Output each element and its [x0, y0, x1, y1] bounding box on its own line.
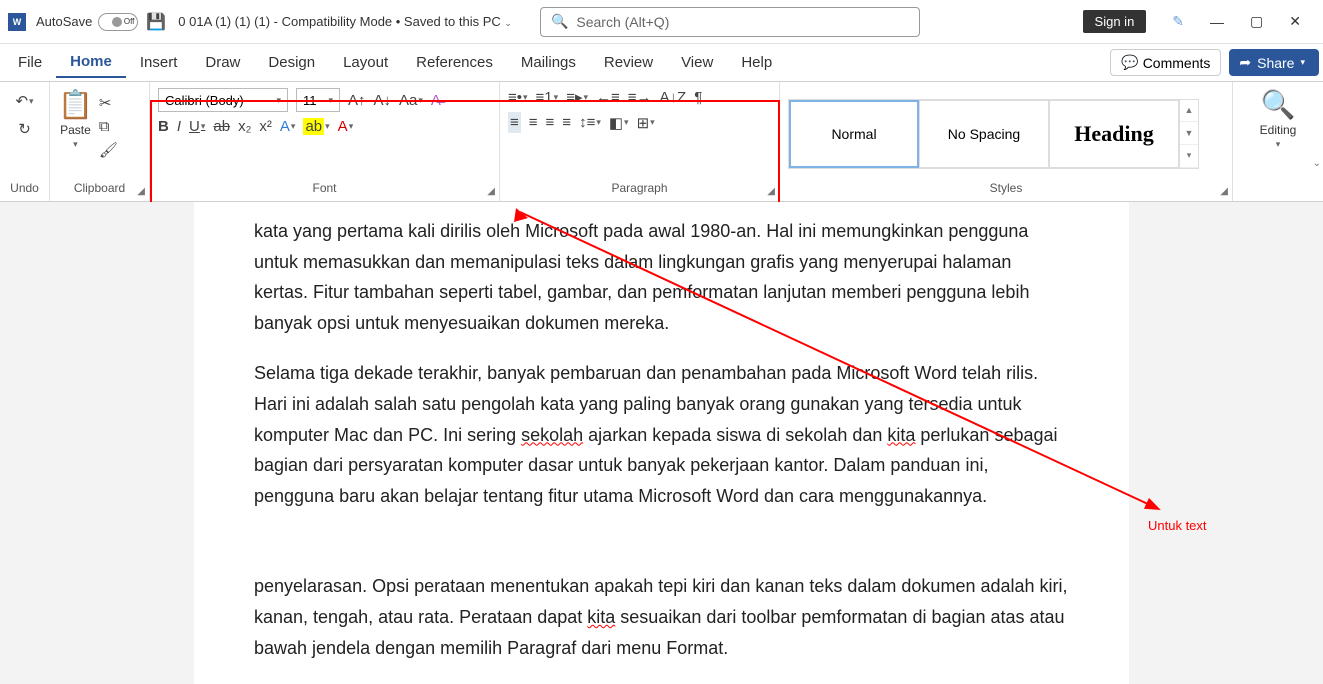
- subscript-button[interactable]: x₂: [238, 118, 251, 135]
- style-normal[interactable]: Normal: [789, 100, 919, 168]
- title-bar: W AutoSave Off 💾 0 01A (1) (1) (1) - Com…: [0, 0, 1323, 44]
- document-title[interactable]: 0 01A (1) (1) (1) - Compatibility Mode •…: [178, 14, 512, 29]
- paragraph-group-label: Paragraph: [508, 179, 771, 199]
- comments-button[interactable]: 💬 Comments: [1110, 49, 1221, 76]
- minimize-button[interactable]: —: [1210, 14, 1224, 30]
- tab-draw[interactable]: Draw: [191, 48, 254, 77]
- shading-icon[interactable]: ◧▾: [609, 114, 629, 132]
- styles-scroll-up-icon[interactable]: ▲: [1180, 100, 1198, 123]
- underline-button[interactable]: U▾: [189, 118, 205, 135]
- justify-icon[interactable]: ≡: [562, 114, 571, 131]
- search-input[interactable]: 🔍 Search (Alt+Q): [540, 7, 920, 37]
- font-color-icon[interactable]: A▾: [338, 118, 354, 135]
- numbering-icon[interactable]: ≡1▾: [536, 89, 559, 106]
- ribbon-collapse-icon[interactable]: ⌄: [1313, 158, 1321, 169]
- restore-button[interactable]: ▢: [1250, 13, 1263, 30]
- superscript-button[interactable]: x²: [259, 118, 272, 135]
- cut-button[interactable]: ✂: [99, 94, 118, 112]
- increase-indent-icon[interactable]: ≡→: [628, 89, 652, 106]
- align-right-icon[interactable]: ≡: [546, 114, 555, 131]
- align-left-icon[interactable]: ≡: [508, 112, 521, 133]
- clear-formatting-icon[interactable]: A̶: [431, 92, 441, 109]
- show-marks-icon[interactable]: ¶: [694, 89, 702, 106]
- bold-button[interactable]: B: [158, 118, 169, 135]
- change-case-icon[interactable]: Aa▾: [399, 92, 423, 109]
- autosave-label: AutoSave: [36, 14, 92, 29]
- style-heading[interactable]: Heading: [1049, 100, 1179, 168]
- share-button[interactable]: ➦ Share ▾: [1229, 49, 1319, 76]
- paragraph-1: kata yang pertama kali dirilis oleh Micr…: [254, 216, 1069, 338]
- paste-icon: 📋: [58, 88, 93, 121]
- redo-button[interactable]: ↻: [18, 120, 31, 138]
- paragraph-2: Selama tiga dekade terakhir, banyak pemb…: [254, 358, 1069, 511]
- format-painter-button[interactable]: 🖌: [99, 141, 118, 159]
- clipboard-group-label: Clipboard: [58, 179, 141, 199]
- tab-home[interactable]: Home: [56, 47, 126, 78]
- editing-button[interactable]: 🔍 Editing ▾: [1260, 88, 1297, 150]
- save-icon[interactable]: 💾: [146, 12, 166, 32]
- font-name-select[interactable]: Calibri (Body)▾: [158, 88, 288, 112]
- tab-help[interactable]: Help: [727, 48, 786, 77]
- tab-layout[interactable]: Layout: [329, 48, 402, 77]
- styles-scroll-down-icon[interactable]: ▼: [1180, 122, 1198, 145]
- line-spacing-icon[interactable]: ↕≡▾: [579, 114, 601, 131]
- multilevel-list-icon[interactable]: ≡▸▾: [566, 88, 588, 106]
- italic-button[interactable]: I: [177, 118, 181, 135]
- font-launcher-icon[interactable]: ◢: [487, 186, 495, 197]
- word-app-icon: W: [8, 13, 26, 31]
- find-icon: 🔍: [1261, 88, 1296, 121]
- style-no-spacing[interactable]: No Spacing: [919, 100, 1049, 168]
- tab-file[interactable]: File: [4, 48, 56, 77]
- strikethrough-button[interactable]: ab: [213, 118, 230, 135]
- font-group-label: Font: [158, 179, 491, 199]
- styles-group-label: Styles: [788, 179, 1224, 199]
- align-center-icon[interactable]: ≡: [529, 114, 538, 131]
- search-icon: 🔍: [551, 13, 568, 30]
- tab-insert[interactable]: Insert: [126, 48, 192, 77]
- increase-font-icon[interactable]: A↑: [348, 92, 366, 109]
- paragraph-launcher-icon[interactable]: ◢: [767, 186, 775, 197]
- text-effects-icon[interactable]: A▾: [280, 118, 296, 135]
- autosave-toggle[interactable]: Off: [98, 13, 138, 31]
- tab-review[interactable]: Review: [590, 48, 667, 77]
- highlight-icon[interactable]: ab▾: [303, 118, 329, 135]
- bullets-icon[interactable]: ≡•▾: [508, 89, 528, 106]
- sort-icon[interactable]: A↓Z: [660, 89, 687, 106]
- paste-button[interactable]: 📋 Paste ▾: [58, 88, 93, 150]
- borders-icon[interactable]: ⊞▾: [637, 114, 655, 132]
- undo-group-label: Undo: [8, 179, 41, 199]
- ribbon-tabs: File Home Insert Draw Design Layout Refe…: [0, 44, 1323, 82]
- clipboard-launcher-icon[interactable]: ◢: [137, 186, 145, 197]
- undo-button[interactable]: ↶▾: [15, 92, 33, 110]
- coming-soon-icon[interactable]: ✎: [1172, 13, 1184, 30]
- tab-mailings[interactable]: Mailings: [507, 48, 590, 77]
- styles-launcher-icon[interactable]: ◢: [1220, 186, 1228, 197]
- ribbon: ↶▾ ↻ Undo 📋 Paste ▾ ✂ ⧉ 🖌 Clipboard ◢ Ca: [0, 82, 1323, 202]
- decrease-font-icon[interactable]: A↓: [374, 92, 392, 109]
- styles-gallery[interactable]: Normal No Spacing Heading ▲ ▼ ▾: [788, 99, 1199, 169]
- tab-view[interactable]: View: [667, 48, 727, 77]
- font-size-select[interactable]: 11▾: [296, 88, 340, 112]
- annotation-label: Untuk text: [1148, 518, 1207, 533]
- paragraph-3: penyelarasan. Opsi perataan menentukan a…: [254, 571, 1069, 663]
- tab-references[interactable]: References: [402, 48, 507, 77]
- decrease-indent-icon[interactable]: ←≡: [596, 89, 620, 106]
- document-page[interactable]: kata yang pertama kali dirilis oleh Micr…: [194, 202, 1129, 684]
- styles-expand-icon[interactable]: ▾: [1180, 145, 1198, 168]
- tab-design[interactable]: Design: [254, 48, 329, 77]
- document-area: kata yang pertama kali dirilis oleh Micr…: [0, 202, 1323, 684]
- sign-in-button[interactable]: Sign in: [1083, 10, 1147, 33]
- copy-button[interactable]: ⧉: [99, 118, 118, 135]
- close-button[interactable]: ✕: [1289, 13, 1301, 30]
